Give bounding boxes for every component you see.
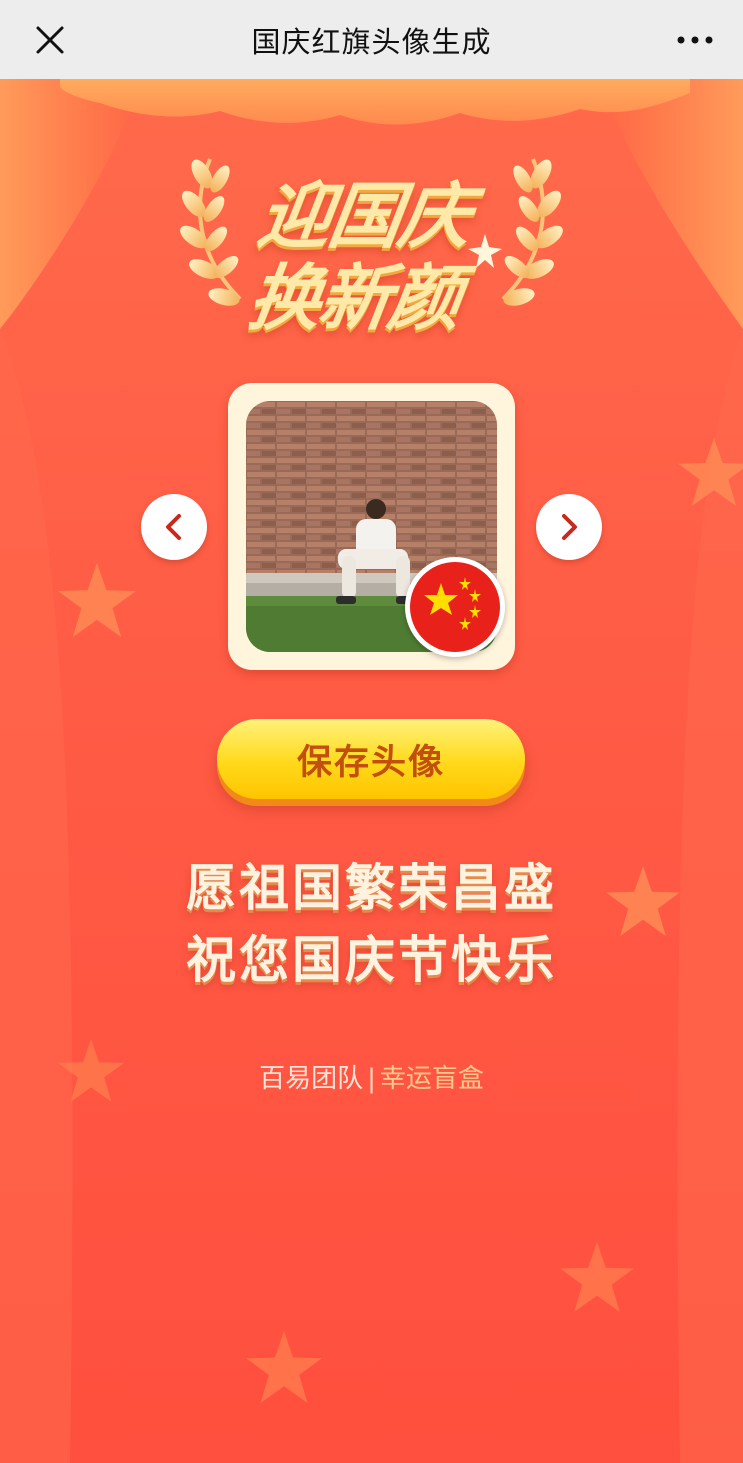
lucky-box-link[interactable]: 幸运盲盒 — [380, 1064, 484, 1094]
more-dots-icon[interactable] — [675, 22, 715, 58]
star-decoration — [246, 1331, 322, 1403]
star-decoration — [58, 563, 136, 637]
team-name: 百易团队 — [259, 1064, 364, 1094]
headline-logo: 迎国庆 换新颜 — [180, 79, 563, 340]
star-decoration — [678, 438, 743, 506]
headline-line2: 换新颜 — [243, 256, 466, 340]
star-decoration — [560, 1242, 634, 1312]
china-flag-icon — [405, 557, 505, 657]
page-title: 国庆红旗头像生成 — [251, 24, 492, 59]
blessing-line2: 祝您国庆节快乐 — [186, 931, 557, 989]
blessing-line1: 愿祖国繁荣昌盛 — [186, 859, 557, 917]
save-avatar-label: 保存头像 — [296, 742, 445, 783]
chevron-left-icon — [166, 514, 181, 540]
save-avatar-button[interactable]: 保存头像 — [217, 719, 525, 799]
chevron-right-icon — [562, 514, 577, 540]
credits: 百易团队 | 幸运盲盒 — [0, 1058, 743, 1095]
credits-separator: | — [367, 1064, 376, 1094]
close-icon[interactable] — [32, 22, 68, 58]
top-bar: 国庆红旗头像生成 — [0, 0, 743, 79]
next-button[interactable] — [536, 494, 602, 560]
prev-button[interactable] — [141, 494, 207, 560]
